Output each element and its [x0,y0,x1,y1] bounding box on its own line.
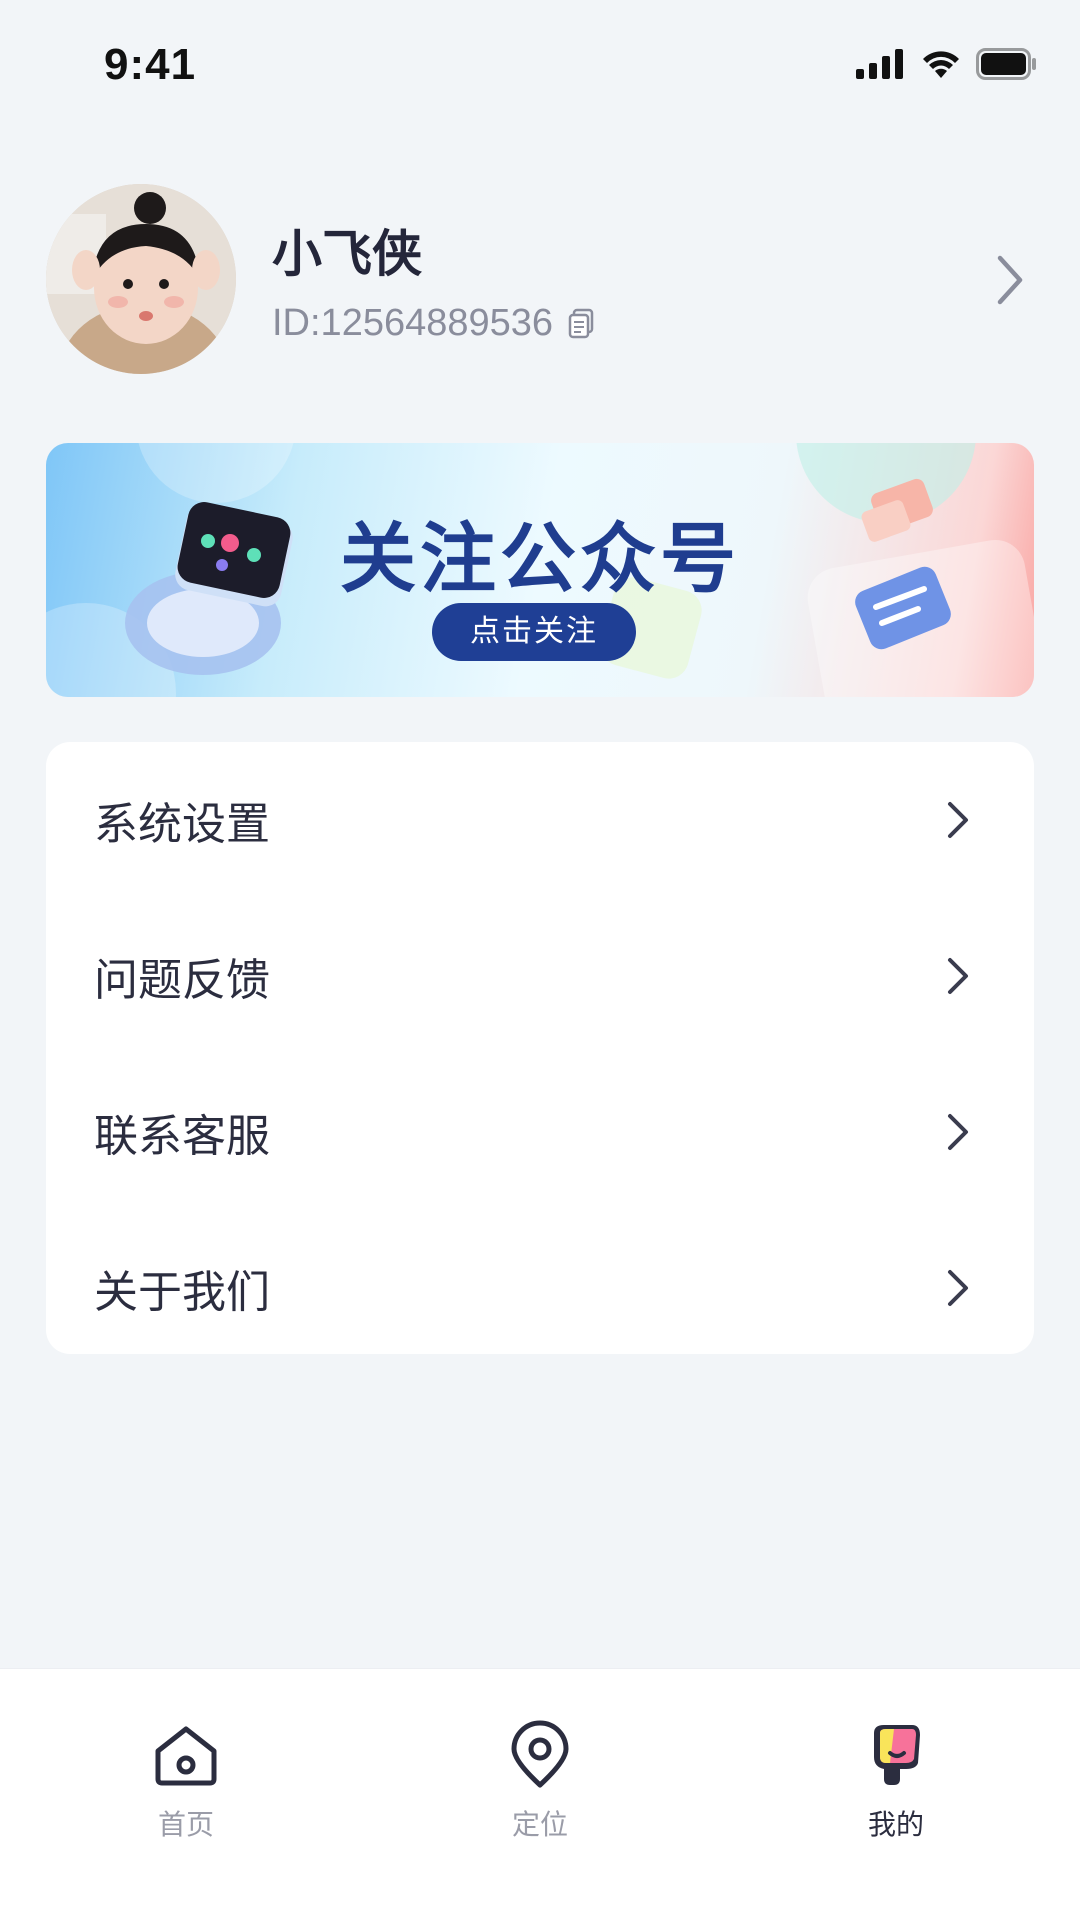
menu-item-system-settings[interactable]: 系统设置 [46,742,1034,898]
cellular-signal-icon [856,49,903,79]
menu-item-customer-service[interactable]: 联系客服 [46,1054,1034,1210]
menu-item-feedback[interactable]: 问题反馈 [46,898,1034,1054]
chat-bubble-icon [855,478,951,650]
nav-item-home[interactable]: 首页 [86,1719,286,1849]
home-icon [155,1726,217,1786]
avatar-image [46,184,236,374]
chevron-right-icon [948,802,968,838]
profile-id: ID:12564889536 [272,302,554,344]
follow-banner[interactable]: 关注公众号 点击关注 [46,443,1034,697]
copy-icon[interactable] [567,308,595,340]
bottom-nav: 首页 定位 我的 [0,1668,1080,1920]
nav-item-location[interactable]: 定位 [440,1719,640,1849]
location-icon [511,1720,569,1788]
nav-item-mine[interactable]: 我的 [796,1719,996,1849]
chevron-right-icon [948,1114,968,1150]
wifi-icon [923,51,959,78]
settings-menu: 系统设置 问题反馈 联系客服 关于我们 [46,742,1034,1354]
chevron-right-icon [948,1270,968,1306]
chevron-right-icon [948,958,968,994]
profile-header[interactable]: 小飞侠 ID:12564889536 [46,184,1036,374]
status-time: 9:41 [104,40,197,89]
menu-item-about-us[interactable]: 关于我们 [46,1210,1034,1366]
nav-label: 定位 [511,1808,568,1841]
avatar[interactable] [46,184,236,374]
menu-item-label: 联系客服 [94,1111,270,1162]
battery-icon [976,48,1036,80]
status-bar: 9:41 [0,0,1080,130]
follow-button[interactable]: 点击关注 [432,603,636,661]
menu-item-label: 系统设置 [94,799,270,850]
chevron-right-icon[interactable] [990,252,1030,308]
profile-name: 小飞侠 [272,225,422,283]
menu-item-label: 关于我们 [94,1267,270,1318]
menu-item-label: 问题反馈 [94,955,270,1006]
status-icons [856,48,1038,80]
profile-icon [874,1725,920,1785]
profile-id-row: ID:12564889536 [272,302,595,345]
nav-label: 首页 [157,1808,214,1841]
nav-label: 我的 [867,1808,924,1841]
